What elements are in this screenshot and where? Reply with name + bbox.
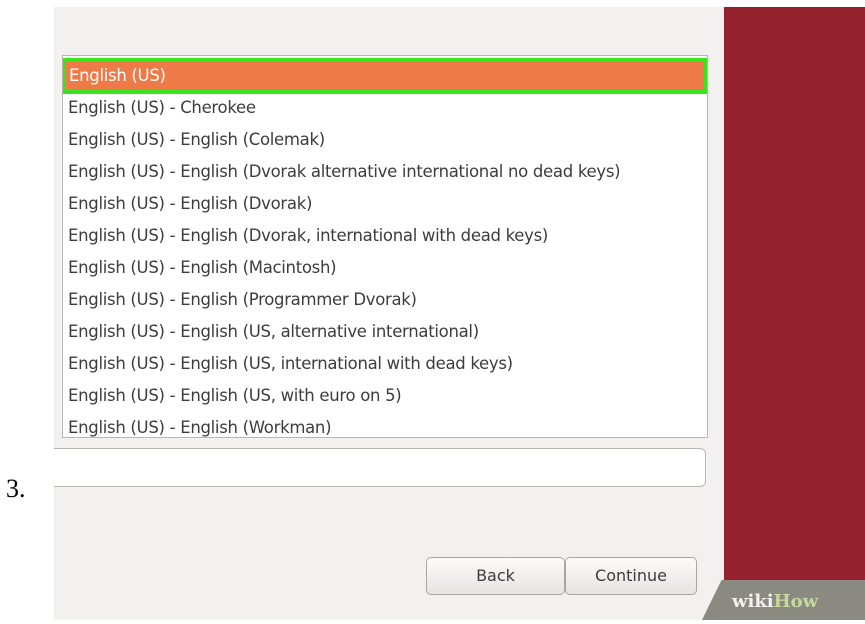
list-item[interactable]: English (US) - English (Dvorak alternati… [63, 156, 707, 188]
list-item[interactable]: English (US) - English (Colemak) [63, 124, 707, 156]
keyboard-test-input[interactable] [54, 448, 706, 487]
keyboard-layout-variant-list[interactable]: English (US) English (US) - Cherokee Eng… [62, 55, 708, 438]
list-item[interactable]: English (US) - Cherokee [63, 92, 707, 124]
wikihow-watermark: wikiHow [702, 580, 865, 620]
installer-screen: English (US) English (US) - Cherokee Eng… [54, 7, 865, 620]
back-button[interactable]: Back [426, 557, 565, 595]
continue-button[interactable]: Continue [565, 557, 697, 595]
watermark-wiki: wiki [732, 591, 774, 612]
list-item[interactable]: English (US) - English (Workman) [63, 412, 707, 437]
step-number: 3. [6, 474, 26, 503]
list-item-selected[interactable]: English (US) [63, 58, 707, 94]
keyboard-layout-dialog: English (US) English (US) - Cherokee Eng… [54, 7, 724, 620]
list-item[interactable]: English (US) - English (Dvorak) [63, 188, 707, 220]
list-item[interactable]: English (US) - English (Macintosh) [63, 252, 707, 284]
list-item[interactable]: English (US) - English (Programmer Dvora… [63, 284, 707, 316]
side-panel [724, 7, 865, 620]
list-item[interactable]: English (US) - English (US, alternative … [63, 316, 707, 348]
list-item[interactable]: English (US) - English (Dvorak, internat… [63, 220, 707, 252]
list-item[interactable]: English (US) - English (US, with euro on… [63, 380, 707, 412]
list-item[interactable]: English (US) - English (US, internationa… [63, 348, 707, 380]
watermark-how: How [773, 591, 819, 612]
